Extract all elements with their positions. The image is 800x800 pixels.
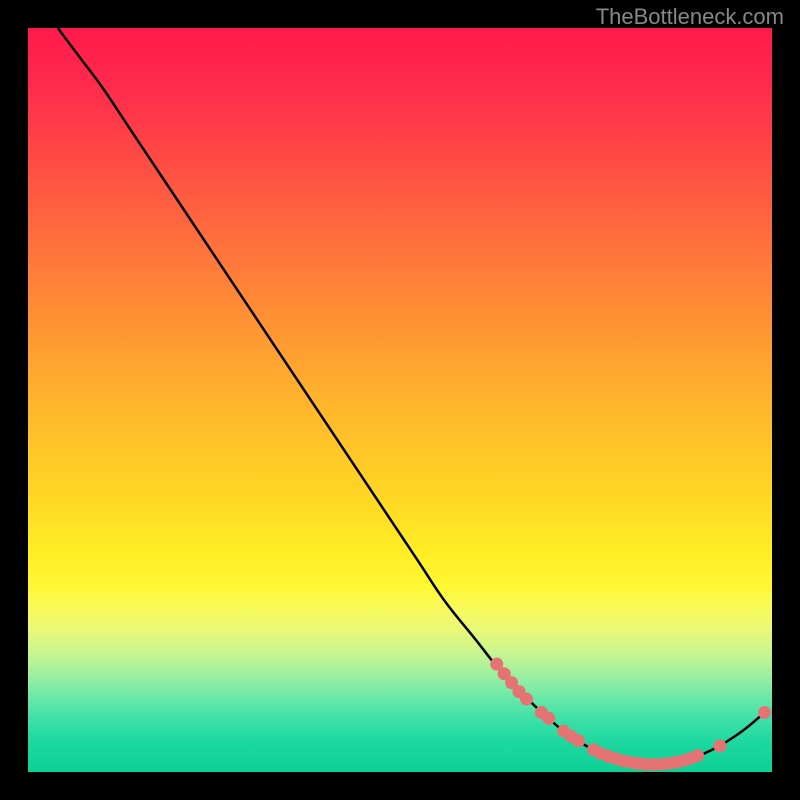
data-markers — [490, 658, 771, 771]
chart-container: TheBottleneck.com — [0, 0, 800, 800]
data-marker — [542, 712, 555, 725]
data-marker — [713, 739, 726, 752]
curve-line — [58, 28, 765, 765]
plot-area — [28, 28, 772, 772]
data-marker — [758, 706, 771, 719]
data-marker — [520, 693, 533, 706]
watermark-text: TheBottleneck.com — [596, 4, 784, 30]
data-marker — [572, 734, 585, 747]
chart-svg — [28, 28, 772, 772]
curve-path — [58, 28, 765, 765]
data-marker — [691, 749, 704, 762]
